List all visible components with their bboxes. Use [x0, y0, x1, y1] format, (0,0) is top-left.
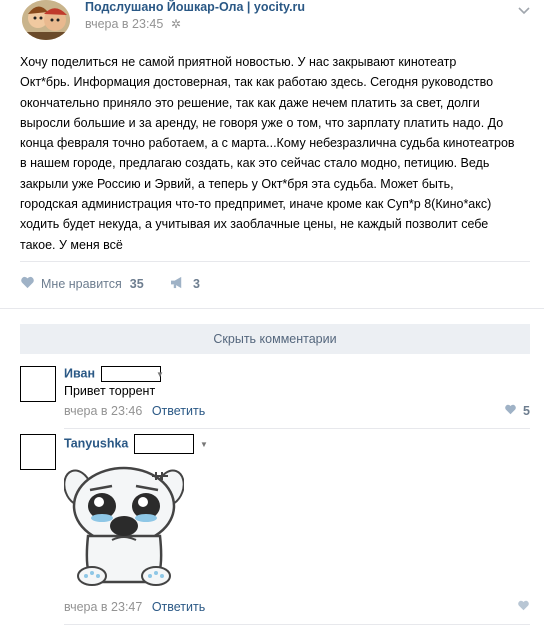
redacted-name [100, 366, 161, 382]
comment: Tanyushka ▼ вчера в 23:47 Ответить [20, 434, 530, 618]
comment-time[interactable]: вчера в 23:46 [64, 404, 142, 418]
comment-author[interactable]: Иван [64, 366, 161, 382]
post-time-text[interactable]: вчера в 23:45 [85, 17, 163, 31]
like-count: 35 [129, 277, 144, 291]
comment-meta: вчера в 23:46 Ответить [64, 404, 205, 418]
post-text: Хочу поделиться не самой приятной новост… [20, 55, 515, 252]
comment-like-button[interactable]: 5 [504, 404, 530, 418]
avatar[interactable] [20, 366, 56, 402]
heart-icon [504, 404, 517, 418]
like-label: Мне нравится [41, 277, 122, 291]
comment-time[interactable]: вчера в 23:47 [64, 600, 142, 614]
caret-down-icon[interactable]: ▼ [200, 440, 208, 449]
comment: Иван ▼ Привет торрент вчера в 23:46 Отве… [20, 366, 530, 422]
comment-text: Привет торрент [64, 384, 156, 398]
comment-author-name[interactable]: Иван [64, 366, 95, 380]
share-count: 3 [193, 277, 200, 291]
caret-down-icon[interactable]: ▼ [156, 370, 164, 379]
comment-like-count: 5 [523, 404, 530, 418]
community-name[interactable]: Подслушано Йошкар-Ола | yocity.ru [85, 0, 305, 14]
comment-meta: вчера в 23:47 Ответить [64, 600, 205, 614]
share-button[interactable]: 3 [170, 276, 200, 292]
comment-separator [64, 428, 530, 429]
comment-author-name[interactable]: Tanyushka [64, 436, 128, 450]
post-time[interactable]: вчера в 23:45 ✲ [85, 17, 181, 31]
redacted-name [133, 434, 194, 454]
heart-icon [20, 276, 35, 292]
comment-separator [64, 624, 530, 625]
gear-icon[interactable]: ✲ [171, 17, 181, 31]
post-actions: Мне нравится 35 3 [20, 261, 530, 307]
chevron-down-icon[interactable] [518, 2, 530, 20]
divider [0, 308, 544, 309]
like-button[interactable]: Мне нравится 35 [20, 276, 144, 292]
reply-button[interactable]: Ответить [152, 600, 205, 614]
hide-comments-button[interactable]: Скрыть комментарии [20, 324, 530, 354]
comment-author[interactable]: Tanyushka [64, 434, 194, 454]
comment-like-button[interactable] [517, 600, 530, 614]
megaphone-icon [170, 276, 185, 292]
post-header: Подслушано Йошкар-Ола | yocity.ru вчера … [18, 0, 538, 44]
heart-icon [517, 600, 530, 614]
sad-dog-sticker [63, 464, 185, 586]
reply-button[interactable]: Ответить [152, 404, 205, 418]
community-avatar[interactable] [22, 0, 70, 40]
avatar[interactable] [20, 434, 56, 470]
